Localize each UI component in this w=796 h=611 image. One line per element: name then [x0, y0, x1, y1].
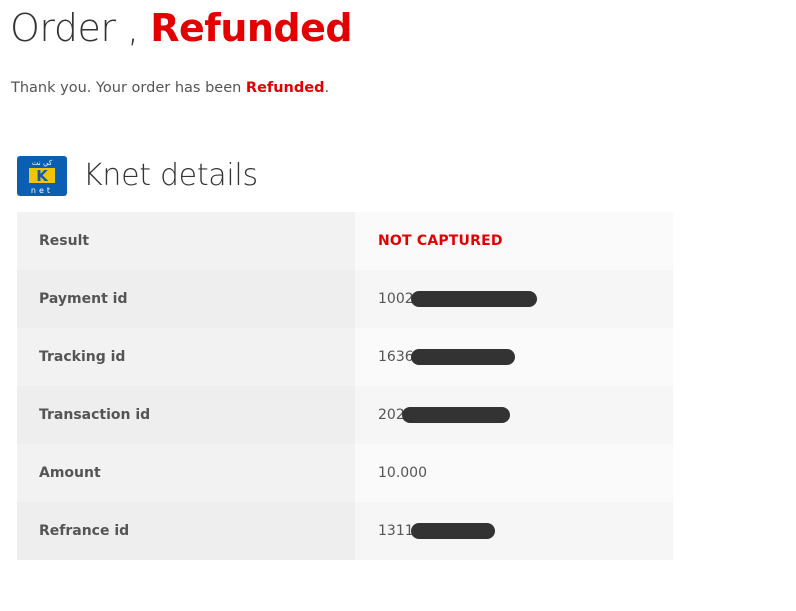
table-row: Result NOT CAPTURED: [17, 212, 673, 270]
redaction-bar: [401, 407, 510, 423]
knet-details-heading: Knet details: [83, 158, 258, 193]
payment-id-value: 1002: [378, 291, 414, 307]
order-word: Order: [10, 6, 116, 50]
knet-logo-icon: كي نت K net: [17, 156, 67, 196]
row-label-payment-id: Payment id: [17, 270, 355, 328]
knet-details-table: Result NOT CAPTURED Payment id 1002 Trac…: [17, 212, 673, 560]
row-label-transaction-id: Transaction id: [17, 386, 355, 444]
row-value-amount: 10.000: [355, 444, 673, 502]
order-message: Thank you. Your order has been Refunded.: [11, 76, 329, 100]
table-row: Transaction id 202: [17, 386, 673, 444]
title-separator: ,: [115, 6, 151, 50]
table-row: Tracking id 1636: [17, 328, 673, 386]
refrance-id-value: 1311: [378, 523, 414, 539]
message-status: Refunded: [245, 80, 325, 96]
knet-logo-net: net: [31, 186, 53, 195]
redaction-bar: [410, 291, 537, 307]
message-prefix: Thank you. Your order has been: [11, 80, 246, 96]
result-status: NOT CAPTURED: [378, 233, 503, 249]
message-suffix: .: [324, 80, 330, 96]
tracking-id-value: 1636: [378, 349, 414, 365]
row-value-refrance-id: 1311: [355, 502, 673, 560]
order-status-title: Refunded: [150, 6, 353, 50]
redaction-bar: [410, 523, 495, 539]
row-value-result: NOT CAPTURED: [355, 212, 673, 270]
row-label-amount: Amount: [17, 444, 355, 502]
table-row: Amount 10.000: [17, 444, 673, 502]
row-value-tracking-id: 1636: [355, 328, 673, 386]
table-row: Refrance id 1311: [17, 502, 673, 560]
row-value-payment-id: 1002: [355, 270, 673, 328]
knet-section-header: كي نت K net Knet details: [17, 154, 258, 198]
row-label-refrance-id: Refrance id: [17, 502, 355, 560]
table-row: Payment id 1002: [17, 270, 673, 328]
redaction-bar: [410, 349, 515, 365]
row-label-tracking-id: Tracking id: [17, 328, 355, 386]
knet-logo-arabic: كي نت: [32, 159, 53, 167]
knet-logo-letter: K: [36, 167, 49, 185]
transaction-id-value: 202: [378, 407, 405, 423]
row-value-transaction-id: 202: [355, 386, 673, 444]
row-label-result: Result: [17, 212, 355, 270]
page-title: Order , Refunded: [10, 2, 353, 54]
